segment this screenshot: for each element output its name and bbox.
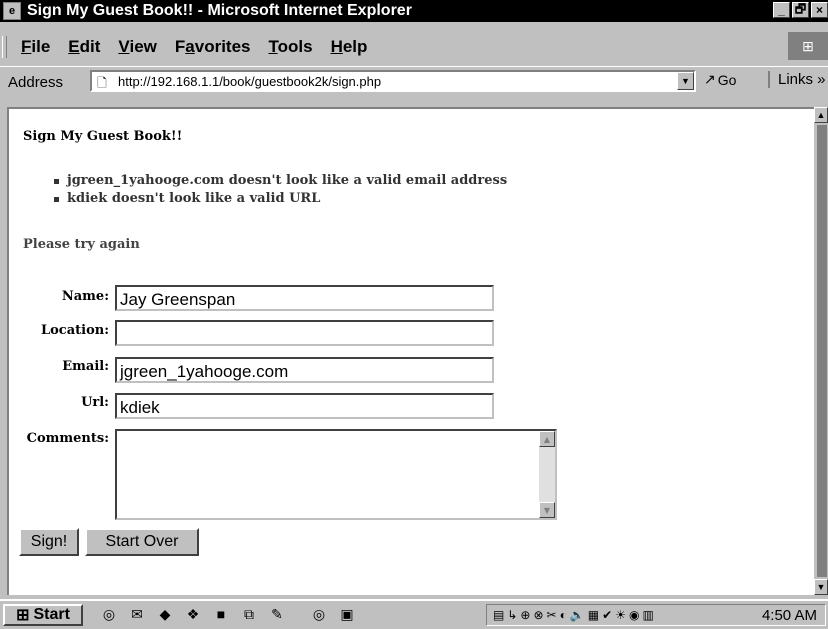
url-field[interactable]: kdiek <box>115 393 494 419</box>
restore-button[interactable]: 🗗 <box>792 2 809 18</box>
menu-bar: File Edit View Favorites Tools Help <box>0 34 828 60</box>
comments-label: Comments: <box>26 431 109 446</box>
name-field[interactable]: Jay Greenspan <box>115 285 494 311</box>
outlook-launch-icon[interactable]: ✉ <box>128 606 146 623</box>
tray-icon[interactable]: ⊕ <box>520 608 530 622</box>
menu-help[interactable]: Help <box>331 37 368 57</box>
tray-icon[interactable]: ⊗ <box>533 608 543 622</box>
menu-tools[interactable]: Tools <box>268 37 312 57</box>
clock[interactable]: 4:50 AM <box>762 607 817 624</box>
page-title: Sign My Guest Book!! <box>23 129 183 144</box>
error-item: kdiek doesn't look like a valid URL <box>53 190 507 208</box>
tray-icon[interactable]: ▥ <box>642 608 653 622</box>
page-content: Sign My Guest Book!! jgreen_1yahooge.com… <box>7 107 814 595</box>
volume-icon[interactable]: 🔈 <box>570 608 585 622</box>
start-label: Start <box>33 606 70 623</box>
ie-launch-icon[interactable]: ◎ <box>100 606 118 623</box>
page-scrollbar[interactable]: ▲ ▼ <box>814 107 828 595</box>
menu-edit[interactable]: Edit <box>68 37 100 57</box>
tray-icon[interactable]: ☀ <box>615 608 626 622</box>
menu-view[interactable]: View <box>118 37 156 57</box>
desktop-launch-icon[interactable]: ■ <box>212 606 230 623</box>
notepad-launch-icon[interactable]: ✎ <box>268 606 286 623</box>
go-label: Go <box>717 71 737 88</box>
minimize-button[interactable]: _ <box>773 2 790 18</box>
window-controls: _ 🗗 × <box>773 2 828 18</box>
error-list: jgreen_1yahooge.com doesn't look like a … <box>53 172 508 208</box>
email-label: Email: <box>62 359 109 374</box>
error-item: jgreen_1yahooge.com doesn't look like a … <box>53 173 508 188</box>
explorer-launch-icon[interactable]: ❖ <box>184 606 202 623</box>
tray-icon[interactable]: ✂ <box>547 608 557 622</box>
ie-page-icon[interactable]: e <box>3 2 21 20</box>
go-arrow-icon: ↗ <box>704 71 716 87</box>
quick-launch: ◎ ✉ ◆ ❖ ■ ⧉ ✎ ◎ ▣ <box>100 606 356 623</box>
comments-textarea[interactable]: ▲ ▼ <box>115 429 557 520</box>
name-label: Name: <box>61 289 109 304</box>
tray-icons: ▤ ↳ ⊕ ⊗ ✂ ◐ 🔈 ▦ ✔ ☀ ◉ ▥ <box>493 608 654 622</box>
address-url[interactable]: http://192.168.1.1/book/guestbook2k/sign… <box>118 74 381 89</box>
tray-icon[interactable]: ◐ <box>560 608 567 622</box>
retry-message: Please try again <box>23 237 140 252</box>
start-over-button[interactable]: Start Over <box>85 528 199 556</box>
ie-page-icon: 🗋 <box>97 76 107 90</box>
toolbar-grip[interactable] <box>2 36 7 58</box>
tray-icon[interactable]: ✔ <box>602 608 612 622</box>
scroll-down-icon[interactable]: ▼ <box>814 579 828 595</box>
menu-favorites[interactable]: Favorites <box>175 37 251 57</box>
system-tray: ▤ ↳ ⊕ ⊗ ✂ ◐ 🔈 ▦ ✔ ☀ ◉ ▥ 4:50 AM <box>486 604 826 626</box>
tray-icon[interactable]: ▤ <box>493 608 504 622</box>
location-field[interactable] <box>115 320 494 346</box>
scroll-up-icon[interactable]: ▲ <box>539 431 555 447</box>
title-bar: e Sign My Guest Book!! - Microsoft Inter… <box>0 0 828 22</box>
url-label: Url: <box>81 395 109 410</box>
address-input[interactable]: 🗋 http://192.168.1.1/book/guestbook2k/si… <box>90 70 696 92</box>
taskbar: ⊞ Start ◎ ✉ ◆ ❖ ■ ⧉ ✎ ◎ ▣ ▤ ↳ ⊕ ⊗ ✂ ◐ 🔈 … <box>0 599 828 629</box>
window-title: Sign My Guest Book!! - Microsoft Interne… <box>27 2 412 19</box>
sign-button[interactable]: Sign! <box>19 528 79 556</box>
scrollbar-track[interactable] <box>817 125 827 577</box>
tray-icon[interactable]: ◉ <box>629 608 639 622</box>
tray-icon[interactable]: ▦ <box>588 608 599 622</box>
start-button[interactable]: ⊞ Start <box>3 604 83 626</box>
email-field[interactable]: jgreen_1yahooge.com <box>115 357 494 383</box>
scroll-down-icon[interactable]: ▼ <box>539 502 555 518</box>
location-label: Location: <box>40 323 109 338</box>
app-task-icon[interactable]: ▣ <box>338 606 356 623</box>
address-bar: Address 🗋 http://192.168.1.1/book/guestb… <box>0 66 828 97</box>
network-launch-icon[interactable]: ⧉ <box>240 606 258 623</box>
comments-scrollbar[interactable]: ▲ ▼ <box>539 431 555 518</box>
close-button[interactable]: × <box>811 2 828 18</box>
menu-file[interactable]: File <box>21 37 50 57</box>
links-button[interactable]: Links » <box>768 71 826 88</box>
address-label: Address <box>8 73 64 91</box>
ie-window: e Sign My Guest Book!! - Microsoft Inter… <box>0 0 828 600</box>
ie-task-icon[interactable]: ◎ <box>310 606 328 623</box>
chat-launch-icon[interactable]: ◆ <box>156 606 174 623</box>
tray-icon[interactable]: ↳ <box>507 608 517 622</box>
chevron-down-icon[interactable]: ▼ <box>677 72 694 90</box>
go-button[interactable]: ↗ Go <box>704 71 736 88</box>
windows-logo-icon: ⊞ <box>16 607 30 624</box>
windows-logo-icon: ⊞ <box>788 32 828 60</box>
scroll-up-icon[interactable]: ▲ <box>814 107 828 123</box>
